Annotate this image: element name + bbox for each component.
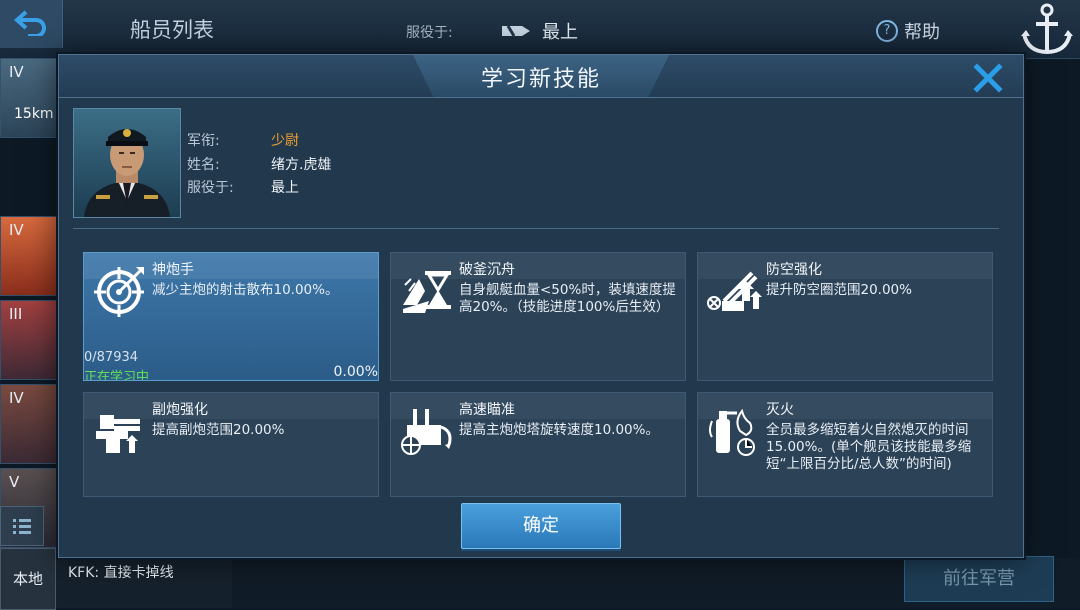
ship-card[interactable]: III — [0, 300, 64, 380]
list-view-button[interactable] — [0, 506, 44, 546]
confirm-button[interactable]: 确定 — [461, 503, 621, 549]
skill-description: 提高主炮炮塔旋转速度10.00%。 — [459, 422, 659, 438]
go-barracks-button[interactable]: 前往军营 — [904, 556, 1054, 602]
name-label: 姓名: — [187, 157, 220, 173]
divider — [73, 228, 999, 229]
skill-name: 灭火 — [766, 402, 794, 418]
help-button[interactable]: ? 帮助 — [876, 18, 940, 46]
anti-air-gun-icon — [707, 271, 762, 311]
chat-local-tab[interactable]: 本地 — [0, 548, 56, 610]
serve-label: 服役于: — [187, 180, 234, 196]
skill-card-fast-aim[interactable]: 高速瞄准 提高主炮炮塔旋转速度10.00%。 — [390, 392, 686, 497]
rank-value: 少尉 — [271, 133, 299, 149]
ship-list: IV IV III IV V — [0, 58, 64, 548]
ship-card[interactable]: IV — [0, 384, 64, 464]
name-value: 绪方.虎雄 — [271, 157, 332, 173]
skill-description: 提升防空圈范围20.00% — [766, 282, 912, 298]
ship-tier: IV — [9, 221, 24, 239]
ship-tier: III — [9, 305, 23, 323]
skill-description: 提高副炮范围20.00% — [152, 422, 285, 438]
ship-tier: V — [9, 473, 20, 491]
skill-name: 神炮手 — [152, 262, 194, 278]
learn-skill-dialog: 学习新技能 军衔: 少尉 姓名: 绪方.虎雄 服役于: 最上 神炮手 减少主炮的… — [58, 54, 1024, 558]
target-crosshair-icon — [94, 267, 144, 317]
skill-card-marksman[interactable]: 神炮手 减少主炮的射击散布10.00%。 0/87934 正在学习中 0.00% — [83, 252, 379, 381]
skill-description: 自身舰艇血量<50%时，装填速度提高20%。（技能进度100%后生效） — [459, 282, 676, 315]
page-title: 船员列表 — [130, 18, 214, 42]
back-arrow-icon — [14, 10, 46, 36]
skill-description: 减少主炮的射击散布10.00%。 — [152, 282, 339, 298]
skill-name: 高速瞄准 — [459, 402, 515, 418]
skill-description: 全员最多缩短着火自然熄灭的时间15.00%。(单个舰员该技能最多缩短“上限百分比… — [766, 422, 972, 472]
officer-avatar — [73, 108, 181, 218]
skill-name: 防空强化 — [766, 262, 822, 278]
close-icon[interactable] — [971, 61, 1005, 95]
secondary-gun-icon — [96, 415, 140, 453]
ship-tier: IV — [9, 389, 24, 407]
speed-label: 15km — [14, 106, 54, 122]
skill-name: 副炮强化 — [152, 402, 208, 418]
serve-value: 最上 — [542, 22, 578, 43]
hourglass-ship-icon — [403, 271, 451, 313]
serve-value: 最上 — [271, 180, 299, 196]
chat-message: KFK: 直接卡掉线 — [68, 565, 174, 581]
back-button[interactable] — [0, 0, 63, 48]
skill-card-secondary-boost[interactable]: 副炮强化 提高副炮范围20.00% — [83, 392, 379, 497]
dialog-title: 学习新技能 — [480, 67, 601, 92]
skill-card-extinguish[interactable]: 灭火 全员最多缩短着火自然熄灭的时间15.00%。(单个舰员该技能最多缩短“上限… — [697, 392, 993, 497]
ship-card[interactable]: IV — [0, 58, 64, 138]
fire-extinguisher-icon — [709, 408, 755, 456]
ship-tier: IV — [9, 63, 24, 81]
learning-status: 正在学习中 — [84, 370, 150, 381]
help-label: 帮助 — [904, 22, 940, 43]
list-icon — [13, 519, 31, 534]
ship-card[interactable]: IV — [0, 216, 64, 296]
anchor-icon[interactable] — [1018, 0, 1076, 58]
turret-aim-icon — [401, 409, 452, 455]
skill-card-aa-boost[interactable]: 防空强化 提升防空圈范围20.00% — [697, 252, 993, 381]
skill-progress-percent: 0.00% — [333, 364, 378, 380]
ship-class-icon — [502, 25, 530, 37]
help-icon: ? — [876, 20, 898, 42]
skill-progress-text: 0/87934 — [84, 350, 139, 365]
skill-card-last-stand[interactable]: 破釜沉舟 自身舰艇血量<50%时，装填速度提高20%。（技能进度100%后生效） — [390, 252, 686, 381]
officer-portrait-image — [84, 129, 170, 217]
skill-name: 破釜沉舟 — [459, 262, 515, 278]
rank-label: 军衔: — [187, 133, 220, 149]
serve-label: 服役于: — [406, 25, 453, 41]
